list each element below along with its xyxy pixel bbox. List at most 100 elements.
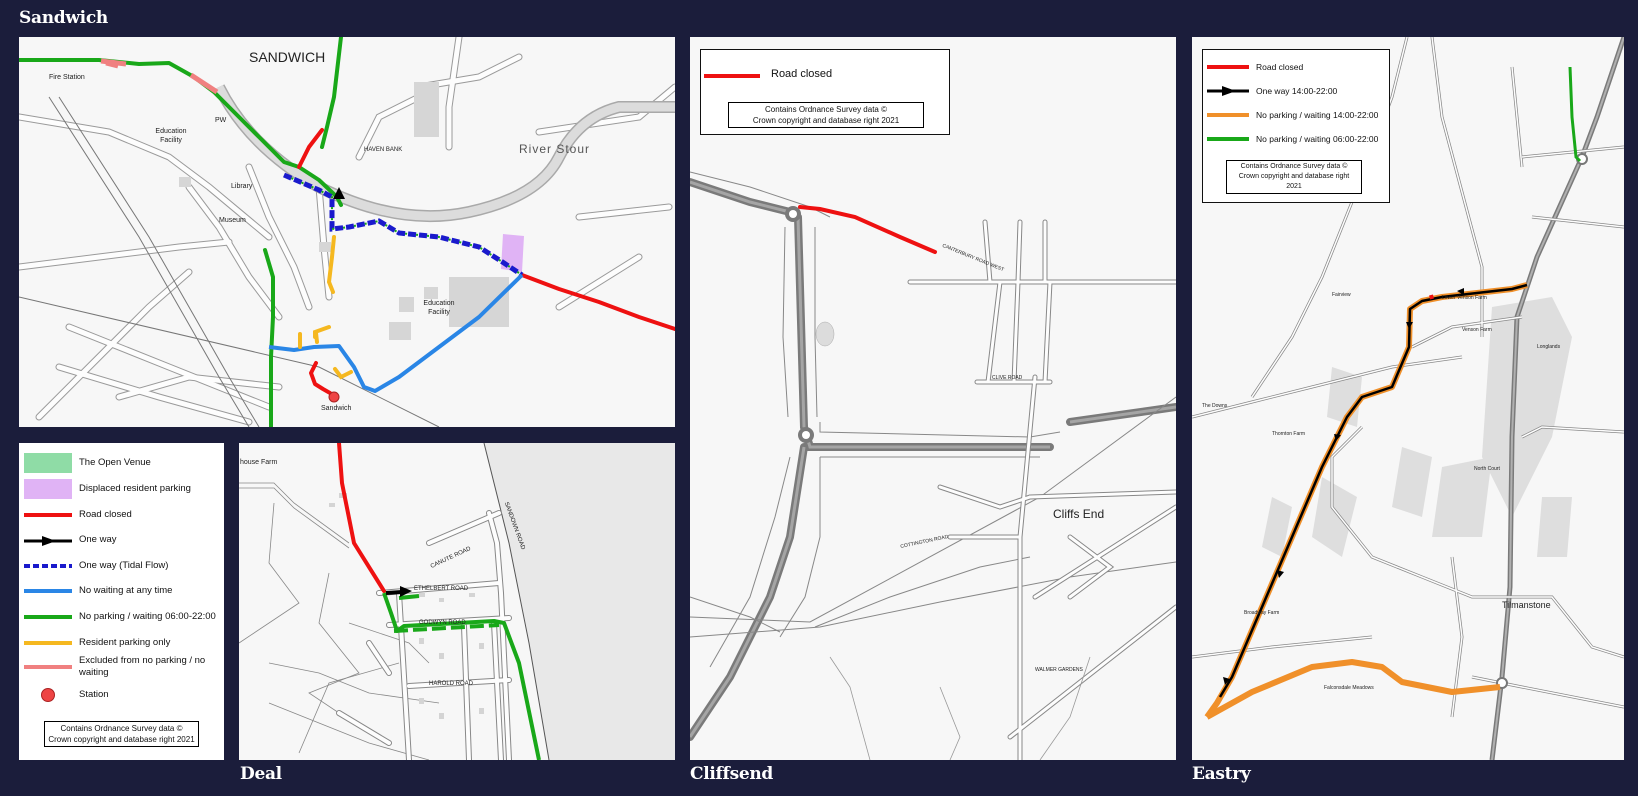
street-outlines — [336, 510, 512, 760]
map-label-godwyn-road: GODWYN ROAD — [419, 620, 466, 626]
major-roads — [690, 178, 1176, 741]
legend-label: Excluded from no parking / no waiting — [79, 655, 206, 678]
road-closed-routes — [297, 128, 675, 399]
map-label-fairview: Fairview — [1332, 292, 1351, 298]
place-label-sandwich: SANDWICH — [249, 49, 326, 65]
map-label-fire-station: Fire Station — [49, 74, 85, 81]
legend-item: Displaced resident parking — [19, 477, 224, 501]
map-label-falconsdale-meadows: Falconsdale Meadows — [1324, 685, 1374, 691]
legend-label: No parking / waiting 06:00-22:00 — [1256, 134, 1379, 144]
line-swatch-icon — [24, 615, 72, 619]
arrow-swatch-icon — [24, 534, 72, 546]
section-title-eastry: Eastry — [1192, 764, 1251, 784]
copyright-line2: Crown copyright and database right 2021 — [1238, 173, 1350, 190]
sandwich-map-canvas — [19, 37, 675, 427]
map-label-pw: PW — [215, 117, 227, 124]
sandwich-map[interactable]: SANDWICH River Stour Fire Station Educat… — [19, 37, 675, 427]
station-dot-icon — [41, 688, 55, 702]
legend-label: One way 14:00-22:00 — [1256, 86, 1338, 96]
major-roads-inner — [690, 180, 1176, 738]
map-label-museum: Museum — [219, 217, 246, 224]
cliffsend-legend: Road closed Contains Ordnance Survey dat… — [700, 49, 950, 135]
legend-item: No parking / waiting 06:00-22:00 — [19, 605, 224, 629]
map-label-longlands: Longlands — [1537, 344, 1561, 350]
legend-label: No waiting at any time — [79, 585, 173, 596]
map-label-venson-farm: Venson Farm — [1462, 327, 1492, 333]
woodland-areas — [1262, 297, 1572, 557]
map-label-north-court: North Court — [1474, 466, 1500, 472]
map-label-walmer-gardens: WALMER GARDENS — [1035, 667, 1083, 673]
arrow-swatch-icon — [1207, 85, 1249, 97]
line-swatch-icon — [24, 513, 72, 517]
street-fills — [337, 511, 511, 760]
one-way-arrows — [1223, 288, 1464, 685]
excluded-segments — [100, 58, 219, 95]
map-label-clive-road: CLIVE ROAD — [992, 375, 1023, 381]
legend-label: No parking / waiting 14:00-22:00 — [1256, 110, 1379, 120]
section-title-sandwich: Sandwich — [19, 8, 108, 28]
legend-item: No waiting at any time — [19, 579, 224, 603]
eastry-legend: Road closed One way 14:00-22:00 No parking… — [1202, 49, 1390, 203]
pond — [815, 321, 835, 347]
line-swatch-icon — [24, 641, 72, 645]
no-parking-0600-route — [1568, 66, 1582, 163]
section-title-cliffsend: Cliffsend — [690, 764, 774, 784]
map-label-lower-venson-farm: Lower Venson Farm — [1442, 295, 1487, 301]
place-label-river-stour: River Stour — [519, 142, 591, 156]
map-label-broadway-farm: Broadway Farm — [1244, 610, 1280, 616]
line-swatch-icon — [24, 665, 72, 669]
legend-item: Station — [19, 683, 224, 707]
legend-label: Road closed — [1256, 62, 1304, 72]
legend-item: The Open Venue — [19, 451, 224, 475]
legend-label: One way — [79, 534, 117, 545]
sea-area — [484, 443, 675, 760]
fill-swatch-icon — [24, 479, 72, 499]
copyright-line1: Contains Ordnance Survey data © — [765, 105, 887, 114]
copyright-notice: Contains Ordnance Survey data © Crown co… — [44, 721, 199, 747]
legend-item: One way (Tidal Flow) — [19, 554, 224, 578]
station-marker[interactable] — [328, 391, 340, 403]
legend-item: One way — [19, 528, 224, 552]
place-label-cliffs-end: Cliffs End — [1053, 507, 1105, 521]
line-swatch-icon — [1207, 113, 1249, 117]
legend-label: One way (Tidal Flow) — [79, 560, 169, 571]
legend-item: Road closed — [1203, 58, 1391, 76]
map-label-the-downs: The Downs — [1202, 403, 1228, 409]
copyright-line1: Contains Ordnance Survey data © — [60, 724, 183, 733]
cliffsend-map[interactable]: Cliffs End CANTERBURY ROAD WEST CLIVE RO… — [690, 37, 1176, 760]
legend-label: Station — [79, 689, 109, 700]
legend-label: No parking / waiting 06:00-22:00 — [79, 611, 216, 622]
map-label-haven-bank: HAVEN BANK — [364, 147, 403, 153]
copyright-line2: Crown copyright and database right 2021 — [48, 735, 195, 744]
map-label-thornton-farm: Thornton Farm — [1272, 431, 1306, 437]
road-closed-segment — [1429, 294, 1434, 300]
road-closed-route — [337, 443, 386, 593]
line-swatch-icon — [1207, 65, 1249, 69]
one-way-line — [385, 590, 403, 595]
legend-label: Resident parking only — [79, 637, 171, 648]
copyright-line1: Contains Ordnance Survey data © — [1240, 163, 1348, 170]
deal-map[interactable]: house Farm ETHELBERT ROAD CANUTE ROAD GO… — [239, 443, 675, 760]
place-label-tilmanstone: Tilmanstone — [1502, 600, 1551, 610]
legend-label: Road closed — [79, 509, 132, 520]
eastry-map[interactable]: Tilmanstone Longlands North Court Thornt… — [1192, 37, 1624, 760]
main-legend: The Open Venue Displaced resident parking… — [19, 443, 224, 760]
legend-label: The Open Venue — [79, 457, 151, 468]
map-label-education-facility: Education Facility — [155, 128, 187, 144]
section-title-deal: Deal — [240, 764, 282, 784]
legend-label: Displaced resident parking — [79, 483, 191, 494]
line-swatch-icon — [24, 589, 72, 593]
legend-label-road-closed: Road closed — [771, 68, 833, 80]
map-label-library: Library — [231, 183, 253, 190]
dashed-line-swatch-icon — [24, 564, 72, 568]
legend-item: Road closed — [19, 503, 224, 527]
copyright-notice: Contains Ordnance Survey data © Crown co… — [728, 102, 924, 128]
legend-item: No parking / waiting 14:00-22:00 — [1203, 106, 1391, 124]
map-label-house-farm: house Farm — [240, 459, 278, 466]
line-swatch-icon — [1207, 137, 1249, 141]
fill-swatch-icon — [24, 453, 72, 473]
map-label-harold-road: HAROLD ROAD — [429, 681, 474, 687]
road-closed-route — [798, 205, 937, 254]
copyright-notice: Contains Ordnance Survey data © Crown co… — [1226, 160, 1362, 194]
legend-item: Excluded from no parking / no waiting — [19, 655, 224, 679]
